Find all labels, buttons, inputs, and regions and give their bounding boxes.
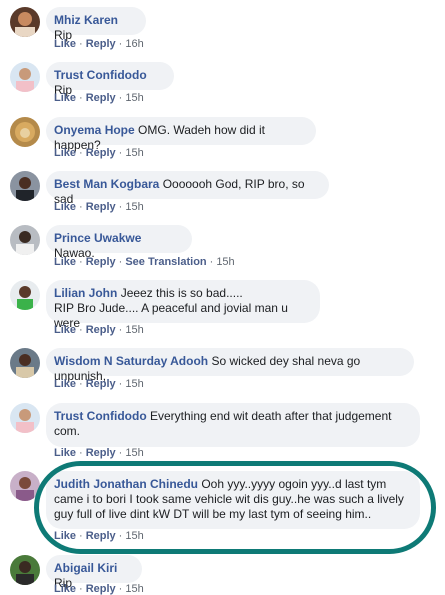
timestamp[interactable]: 15h — [125, 583, 143, 595]
comment-bubble: Best Man Kogbara Ooooooh God, RIP bro, s… — [46, 171, 329, 206]
reply-link[interactable]: Reply — [86, 583, 116, 595]
separator: · — [118, 201, 123, 213]
separator: · — [118, 38, 123, 50]
comment-actions: Like · Reply · 15h — [54, 92, 144, 104]
separator: · — [79, 378, 83, 390]
separator: · — [118, 324, 123, 336]
separator: · — [118, 256, 123, 268]
separator: · — [79, 201, 83, 213]
comment-actions: Like · Reply · 15h — [54, 201, 144, 213]
like-link[interactable]: Like — [54, 201, 76, 213]
separator: · — [118, 447, 123, 459]
separator: · — [79, 92, 83, 104]
reply-link[interactable]: Reply — [86, 447, 116, 459]
avatar[interactable] — [10, 403, 40, 433]
separator: · — [118, 92, 123, 104]
comment-bubble: Onyema Hope OMG. Wadeh how did it happen… — [46, 117, 316, 152]
like-link[interactable]: Like — [54, 38, 76, 50]
timestamp[interactable]: 15h — [125, 447, 143, 459]
reply-link[interactable]: Reply — [86, 38, 116, 50]
comment-bubble: Prince Uwakwe Nawao. — [46, 225, 192, 260]
commenter-name[interactable]: Onyema Hope — [54, 123, 135, 137]
comment-bubble: Lilian John Jeeez this is so bad..... RI… — [46, 280, 320, 330]
comment-actions: Like · Reply · 15h — [54, 378, 144, 390]
timestamp[interactable]: 15h — [125, 201, 143, 213]
timestamp[interactable]: 15h — [125, 530, 143, 542]
timestamp[interactable]: 15h — [125, 378, 143, 390]
avatar[interactable] — [10, 348, 40, 378]
separator: · — [79, 38, 83, 50]
avatar[interactable] — [10, 117, 40, 147]
comment-actions: Like · Reply · 16h — [54, 38, 144, 50]
comment-bubble: Trust Confidodo Everything end wit death… — [46, 403, 420, 447]
reply-link[interactable]: Reply — [86, 92, 116, 104]
commenter-name[interactable]: Judith Jonathan Chinedu — [54, 477, 198, 491]
separator: · — [79, 256, 83, 268]
comment-actions: Like · Reply · 15h — [54, 530, 144, 542]
avatar[interactable] — [10, 225, 40, 255]
comment-actions: Like · Reply · See Translation · 15h — [54, 256, 235, 268]
timestamp[interactable]: 15h — [125, 147, 143, 159]
comment-bubble: Mhiz Karen Rip — [46, 7, 146, 42]
commenter-name[interactable]: Trust Confidodo — [54, 68, 147, 82]
separator: · — [79, 324, 83, 336]
commenter-name[interactable]: Prince Uwakwe — [54, 231, 141, 245]
like-link[interactable]: Like — [54, 378, 76, 390]
timestamp[interactable]: 15h — [125, 324, 143, 336]
timestamp[interactable]: 16h — [125, 38, 143, 50]
separator: · — [118, 147, 123, 159]
comment-actions: Like · Reply · 15h — [54, 447, 144, 459]
commenter-name[interactable]: Best Man Kogbara — [54, 177, 159, 191]
comment-bubble: Trust Confidodo Rip — [46, 62, 174, 97]
like-link[interactable]: Like — [54, 447, 76, 459]
separator: · — [79, 447, 83, 459]
commenter-name[interactable]: Mhiz Karen — [54, 13, 118, 27]
reply-link[interactable]: Reply — [86, 378, 116, 390]
commenter-name[interactable]: Abigail Kiri — [54, 561, 117, 575]
reply-link[interactable]: Reply — [86, 530, 116, 542]
comment-actions: Like · Reply · 15h — [54, 324, 144, 336]
avatar[interactable] — [10, 7, 40, 37]
like-link[interactable]: Like — [54, 583, 76, 595]
avatar[interactable] — [10, 471, 40, 501]
timestamp[interactable]: 15h — [216, 256, 234, 268]
separator: · — [79, 530, 83, 542]
like-link[interactable]: Like — [54, 324, 76, 336]
commenter-name[interactable]: Lilian John — [54, 286, 117, 300]
avatar[interactable] — [10, 555, 40, 585]
like-link[interactable]: Like — [54, 256, 76, 268]
comment-bubble: Abigail Kiri Rip — [46, 555, 142, 590]
commenter-name[interactable]: Wisdom N Saturday Adooh — [54, 354, 208, 368]
like-link[interactable]: Like — [54, 530, 76, 542]
separator: · — [209, 256, 214, 268]
like-link[interactable]: Like — [54, 147, 76, 159]
avatar[interactable] — [10, 280, 40, 310]
separator: · — [118, 583, 123, 595]
reply-link[interactable]: Reply — [86, 324, 116, 336]
comment-actions: Like · Reply · 15h — [54, 147, 144, 159]
commenter-name[interactable]: Trust Confidodo — [54, 409, 147, 423]
comment-bubble: Judith Jonathan Chinedu Ooh yyy..yyyy og… — [46, 471, 420, 529]
timestamp[interactable]: 15h — [125, 92, 143, 104]
comment-text: Jeeez this is so bad..... — [120, 286, 243, 300]
reply-link[interactable]: Reply — [86, 201, 116, 213]
avatar[interactable] — [10, 171, 40, 201]
separator: · — [79, 147, 83, 159]
comment-actions: Like · Reply · 15h — [54, 583, 144, 595]
see-translation-link[interactable]: See Translation — [125, 256, 206, 268]
reply-link[interactable]: Reply — [86, 147, 116, 159]
separator: · — [79, 583, 83, 595]
avatar[interactable] — [10, 62, 40, 92]
reply-link[interactable]: Reply — [86, 256, 116, 268]
like-link[interactable]: Like — [54, 92, 76, 104]
separator: · — [118, 530, 123, 542]
comment-bubble: Wisdom N Saturday Adooh So wicked dey sh… — [46, 348, 414, 383]
separator: · — [118, 378, 123, 390]
